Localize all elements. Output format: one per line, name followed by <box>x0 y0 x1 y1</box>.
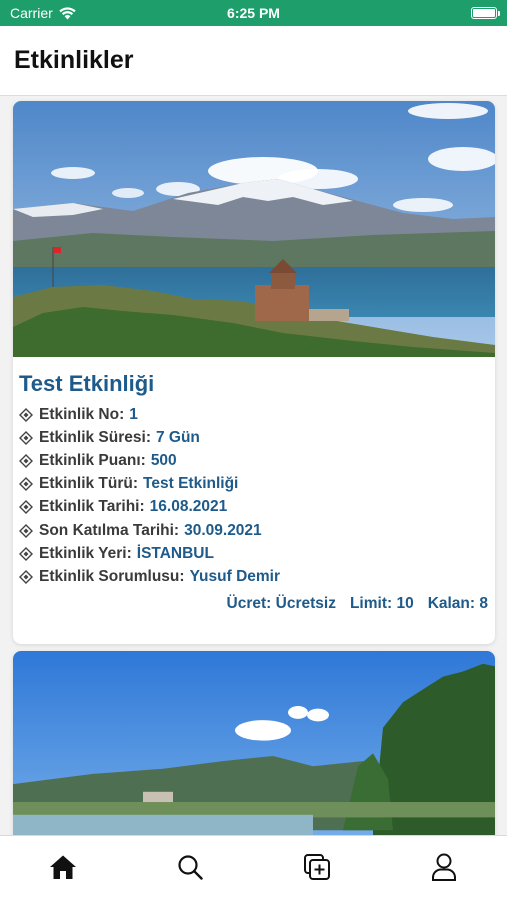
carrier-label: Carrier <box>10 5 53 21</box>
event-field-row: Etkinlik Sorumlusu: Yusuf Demir <box>19 565 489 588</box>
event-organizer-value: Yusuf Demir <box>189 567 281 585</box>
event-deadline-label: Son Katılma Tarihi: <box>39 521 180 539</box>
event-field-row: Son Katılma Tarihi: 30.09.2021 <box>19 519 489 542</box>
event-list[interactable]: Test Etkinliği Etkinlik No: 1 Etkinlik S… <box>0 97 507 835</box>
event-image <box>13 101 495 357</box>
event-points-value: 500 <box>150 451 177 469</box>
diamond-bullet-icon <box>19 569 33 584</box>
event-number-value: 1 <box>129 405 138 423</box>
status-bar: Carrier 6:25 PM <box>0 0 507 26</box>
event-date-label: Etkinlik Tarihi: <box>39 498 145 516</box>
event-field-row: Etkinlik Süresi: 7 Gün <box>19 426 489 449</box>
event-type-label: Etkinlik Türü: <box>39 475 139 493</box>
event-price: Ücret: Ücretsiz <box>226 594 336 612</box>
event-points-label: Etkinlik Puanı: <box>39 451 146 469</box>
search-icon <box>178 855 203 880</box>
event-duration-label: Etkinlik Süresi: <box>39 428 151 446</box>
event-deadline-value: 30.09.2021 <box>184 521 262 539</box>
home-icon <box>50 855 77 879</box>
wifi-icon <box>59 6 76 19</box>
diamond-bullet-icon <box>19 453 33 468</box>
event-field-row: Etkinlik Puanı: 500 <box>19 449 489 472</box>
event-organizer-label: Etkinlik Sorumlusu: <box>39 567 185 585</box>
event-remaining: Kalan: 8 <box>427 594 488 612</box>
event-field-row: Etkinlik No: 1 <box>19 403 489 426</box>
tab-profile[interactable] <box>414 842 474 892</box>
tab-add[interactable] <box>287 842 347 892</box>
event-image <box>13 651 495 835</box>
event-title[interactable]: Test Etkinliği <box>19 371 489 397</box>
diamond-bullet-icon <box>19 477 33 492</box>
battery-icon <box>471 7 500 19</box>
diamond-bullet-icon <box>19 523 33 538</box>
event-duration-value: 7 Gün <box>155 428 200 446</box>
event-location-value: İSTANBUL <box>136 544 214 562</box>
event-limit: Limit: 10 <box>349 594 414 612</box>
navigation-header: Etkinlikler <box>0 26 507 96</box>
event-date-value: 16.08.2021 <box>149 498 228 516</box>
diamond-bullet-icon <box>19 407 33 422</box>
add-event-icon <box>303 854 330 880</box>
diamond-bullet-icon <box>19 546 33 561</box>
diamond-bullet-icon <box>19 430 33 445</box>
profile-icon <box>431 853 456 881</box>
tab-search[interactable] <box>160 842 220 892</box>
event-location-label: Etkinlik Yeri: <box>39 544 132 562</box>
event-type-value: Test Etkinliği <box>143 475 239 493</box>
page-title: Etkinlikler <box>14 46 134 74</box>
tab-bar <box>0 835 507 900</box>
tab-home[interactable] <box>33 842 93 892</box>
event-number-label: Etkinlik No: <box>39 405 125 423</box>
event-field-row: Etkinlik Türü: Test Etkinliği <box>19 473 489 496</box>
event-field-row: Etkinlik Yeri: İSTANBUL <box>19 542 489 565</box>
event-field-row: Etkinlik Tarihi: 16.08.2021 <box>19 496 489 519</box>
event-footer: Ücret: Ücretsiz Limit: 10 Kalan: 8 <box>19 595 489 613</box>
status-time: 6:25 PM <box>227 5 280 21</box>
diamond-bullet-icon <box>19 500 33 515</box>
event-card[interactable] <box>13 651 495 835</box>
event-card[interactable]: Test Etkinliği Etkinlik No: 1 Etkinlik S… <box>13 101 495 644</box>
